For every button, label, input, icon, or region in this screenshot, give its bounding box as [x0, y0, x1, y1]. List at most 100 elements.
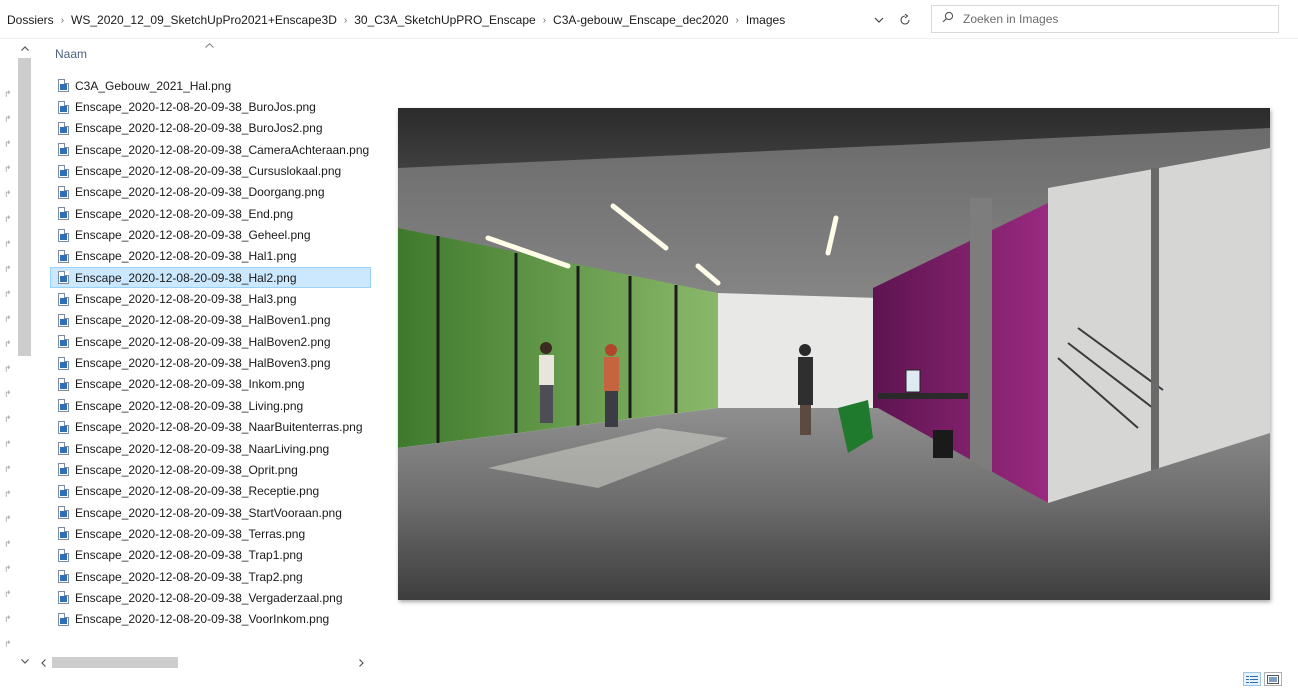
breadcrumb-separator-icon[interactable]: ›: [344, 15, 347, 26]
horizontal-scrollbar[interactable]: [34, 654, 371, 671]
vertical-scrollbar[interactable]: [15, 40, 34, 670]
file-name: Enscape_2020-12-08-20-09-38_VoorInkom.pn…: [75, 612, 330, 627]
file-row[interactable]: Enscape_2020-12-08-20-09-38_Oprit.png: [50, 459, 371, 480]
file-name: Enscape_2020-12-08-20-09-38_Living.png: [75, 398, 304, 413]
scroll-up-icon[interactable]: [15, 40, 34, 57]
search-input[interactable]: Zoeken in Images: [931, 5, 1279, 33]
image-file-icon: [58, 442, 69, 456]
image-file-icon: [58, 207, 69, 221]
rendered-hall-image: [398, 108, 1270, 600]
scrollbar-thumb[interactable]: [52, 657, 178, 668]
file-name: Enscape_2020-12-08-20-09-38_NaarBuitente…: [75, 420, 363, 435]
preview-pane: [372, 40, 1298, 670]
file-row[interactable]: Enscape_2020-12-08-20-09-38_Doorgang.png: [50, 182, 371, 203]
file-name: Enscape_2020-12-08-20-09-38_HalBoven2.pn…: [75, 334, 331, 349]
pin-icon: ↱: [4, 639, 12, 649]
pin-icon: ↱: [4, 139, 12, 149]
pin-icon: ↱: [4, 214, 12, 224]
chevron-down-icon[interactable]: [868, 9, 890, 31]
breadcrumb-item[interactable]: C3A-gebouw_Enscape_dec2020: [553, 13, 728, 27]
pin-icon: ↱: [4, 489, 12, 499]
file-name: Enscape_2020-12-08-20-09-38_Doorgang.png: [75, 185, 325, 200]
breadcrumb-separator-icon[interactable]: ›: [736, 15, 739, 26]
file-name: Enscape_2020-12-08-20-09-38_Trap1.png: [75, 548, 303, 563]
scrollbar-thumb[interactable]: [18, 58, 31, 356]
file-row[interactable]: Enscape_2020-12-08-20-09-38_HalBoven1.pn…: [50, 310, 371, 331]
divider: [0, 38, 1298, 39]
pin-icon: ↱: [4, 539, 12, 549]
breadcrumb-item[interactable]: WS_2020_12_09_SketchUpPro2021+Enscape3D: [71, 13, 337, 27]
file-row[interactable]: Enscape_2020-12-08-20-09-38_HalBoven2.pn…: [50, 331, 371, 352]
pin-icon: ↱: [4, 464, 12, 474]
file-name: Enscape_2020-12-08-20-09-38_NaarLiving.p…: [75, 441, 330, 456]
file-name: Enscape_2020-12-08-20-09-38_CameraAchter…: [75, 142, 370, 157]
image-file-icon: [58, 356, 69, 370]
breadcrumb-separator-icon[interactable]: ›: [543, 15, 546, 26]
pin-icon: ↱: [4, 89, 12, 99]
file-name: Enscape_2020-12-08-20-09-38_Oprit.png: [75, 462, 298, 477]
image-file-icon: [58, 164, 69, 178]
file-row[interactable]: C3A_Gebouw_2021_Hal.png: [50, 75, 371, 96]
details-view-icon[interactable]: [1243, 672, 1261, 686]
file-name: Enscape_2020-12-08-20-09-38_Hal3.png: [75, 292, 297, 307]
file-row[interactable]: Enscape_2020-12-08-20-09-38_Hal1.png: [50, 246, 371, 267]
file-row[interactable]: Enscape_2020-12-08-20-09-38_Living.png: [50, 395, 371, 416]
image-file-icon: [58, 463, 69, 477]
column-header-label: Naam: [55, 47, 88, 61]
file-row[interactable]: Enscape_2020-12-08-20-09-38_BuroJos2.png: [50, 118, 371, 139]
file-row[interactable]: Enscape_2020-12-08-20-09-38_NaarBuitente…: [50, 417, 371, 438]
large-icons-view-icon[interactable]: [1264, 672, 1282, 686]
person-figure: [798, 344, 813, 435]
file-row[interactable]: Enscape_2020-12-08-20-09-38_Inkom.png: [50, 374, 371, 395]
file-row[interactable]: Enscape_2020-12-08-20-09-38_VoorInkom.pn…: [50, 609, 371, 630]
image-file-icon: [58, 591, 69, 605]
image-file-icon: [58, 249, 69, 263]
pin-icon: ↱: [4, 114, 12, 124]
image-file-icon: [58, 100, 69, 114]
image-file-icon: [58, 506, 69, 520]
file-row[interactable]: Enscape_2020-12-08-20-09-38_Cursuslokaal…: [50, 160, 371, 181]
file-row[interactable]: Enscape_2020-12-08-20-09-38_CameraAchter…: [50, 139, 371, 160]
file-row[interactable]: Enscape_2020-12-08-20-09-38_Receptie.png: [50, 481, 371, 502]
file-row[interactable]: Enscape_2020-12-08-20-09-38_Vergaderzaal…: [50, 587, 371, 608]
address-bar: Dossiers › WS_2020_12_09_SketchUpPro2021…: [0, 0, 1298, 40]
breadcrumb-item[interactable]: Dossiers: [7, 13, 54, 27]
pin-icon: ↱: [4, 564, 12, 574]
file-list: C3A_Gebouw_2021_Hal.png Enscape_2020-12-0…: [50, 75, 371, 630]
file-row[interactable]: Enscape_2020-12-08-20-09-38_NaarLiving.p…: [50, 438, 371, 459]
file-row[interactable]: Enscape_2020-12-08-20-09-38_Trap1.png: [50, 545, 371, 566]
scroll-right-icon[interactable]: [354, 654, 368, 671]
file-row[interactable]: Enscape_2020-12-08-20-09-38_Trap2.png: [50, 566, 371, 587]
scroll-left-icon[interactable]: [36, 654, 50, 671]
image-file-icon: [58, 548, 69, 562]
pin-icon: ↱: [4, 614, 12, 624]
file-name: Enscape_2020-12-08-20-09-38_Hal1.png: [75, 249, 297, 264]
file-row[interactable]: Enscape_2020-12-08-20-09-38_StartVooraan…: [50, 502, 371, 523]
scroll-down-icon[interactable]: [15, 653, 34, 670]
pin-icon: ↱: [4, 589, 12, 599]
refresh-icon[interactable]: [893, 9, 917, 31]
search-icon: [942, 10, 954, 28]
file-row[interactable]: Enscape_2020-12-08-20-09-38_Geheel.png: [50, 224, 371, 245]
file-row[interactable]: Enscape_2020-12-08-20-09-38_BuroJos.png: [50, 96, 371, 117]
file-name: Enscape_2020-12-08-20-09-38_HalBoven1.pn…: [75, 313, 331, 328]
file-row[interactable]: Enscape_2020-12-08-20-09-38_Hal3.png: [50, 288, 371, 309]
breadcrumb-item-current[interactable]: Images: [746, 13, 785, 27]
file-name: Enscape_2020-12-08-20-09-38_Receptie.png: [75, 484, 320, 499]
file-name: Enscape_2020-12-08-20-09-38_Terras.png: [75, 526, 306, 541]
breadcrumb-item[interactable]: 30_C3A_SketchUpPRO_Enscape: [354, 13, 535, 27]
pin-icon: ↱: [4, 314, 12, 324]
image-file-icon: [58, 420, 69, 434]
file-row[interactable]: Enscape_2020-12-08-20-09-38_End.png: [50, 203, 371, 224]
file-name: Enscape_2020-12-08-20-09-38_Trap2.png: [75, 569, 303, 584]
preview-image: [398, 108, 1270, 600]
file-row[interactable]: Enscape_2020-12-08-20-09-38_HalBoven3.pn…: [50, 352, 371, 373]
file-name: Enscape_2020-12-08-20-09-38_BuroJos.png: [75, 100, 316, 115]
file-row-selected[interactable]: Enscape_2020-12-08-20-09-38_Hal2.png: [50, 267, 371, 289]
column-header-name[interactable]: Naam: [34, 40, 371, 72]
file-name: Enscape_2020-12-08-20-09-38_Hal2.png: [75, 270, 297, 285]
file-row[interactable]: Enscape_2020-12-08-20-09-38_Terras.png: [50, 523, 371, 544]
file-name: Enscape_2020-12-08-20-09-38_HalBoven3.pn…: [75, 356, 331, 371]
breadcrumb-separator-icon[interactable]: ›: [61, 15, 64, 26]
pin-icon: ↱: [4, 164, 12, 174]
